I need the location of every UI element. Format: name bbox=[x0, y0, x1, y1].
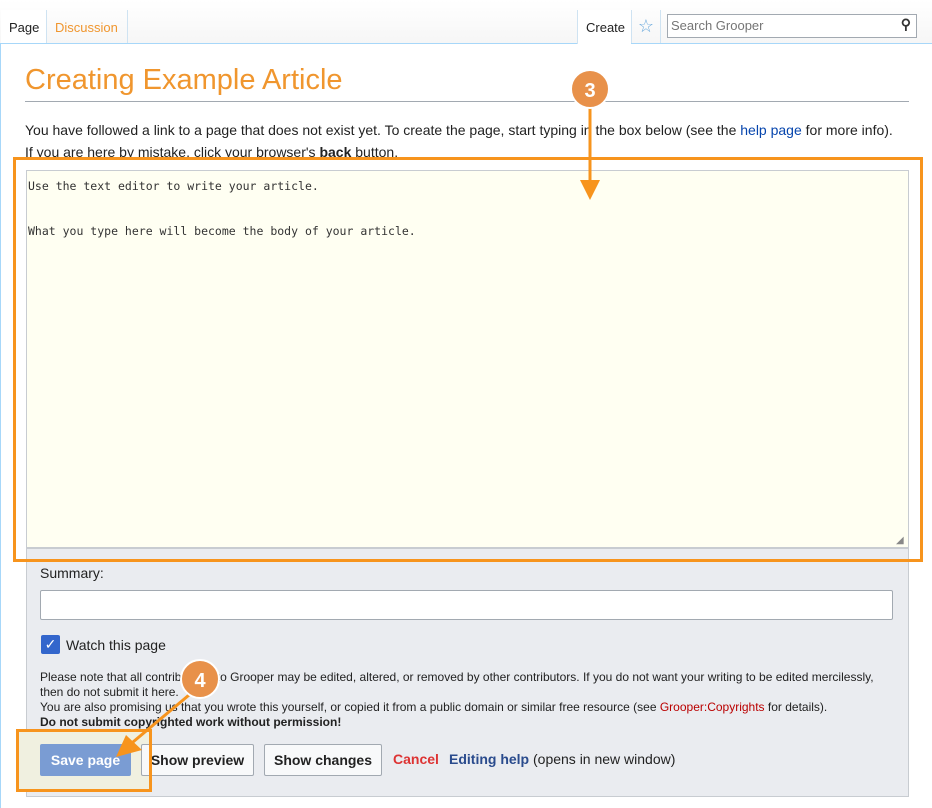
step-3-badge: 3 bbox=[570, 69, 610, 109]
callout-arrows bbox=[116, 105, 600, 757]
arrow-head bbox=[580, 180, 600, 200]
arrow-line bbox=[132, 688, 196, 744]
step-4-badge: 4 bbox=[180, 659, 220, 699]
